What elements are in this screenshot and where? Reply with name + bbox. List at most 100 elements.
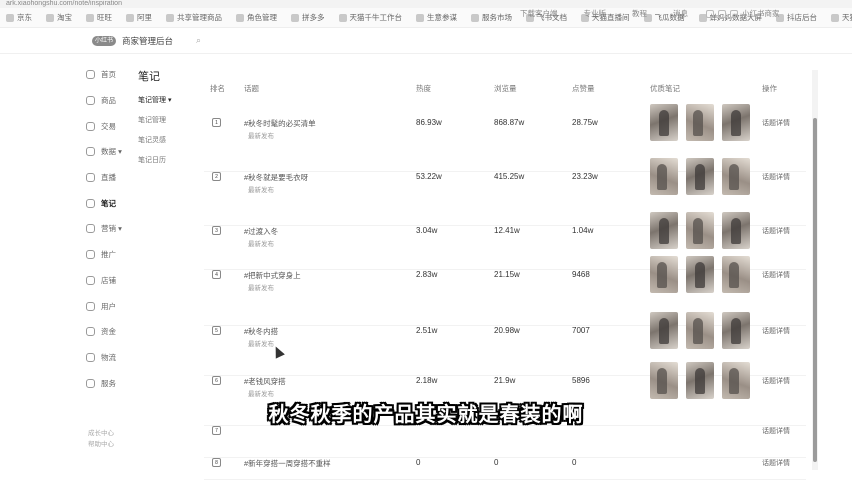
topic-detail-link[interactable]: 话题详情 (762, 376, 790, 386)
sidebar-item[interactable]: 资金 (86, 319, 136, 345)
subnav-item[interactable]: 笔记日历 (138, 156, 198, 176)
table-header: 排名 话题 热度 浏览量 点赞量 优质笔记 操作 (204, 80, 806, 96)
sidebar-item[interactable]: 交易 (86, 113, 136, 139)
top-nav-link[interactable]: 专业版 (584, 8, 607, 19)
note-thumbnail[interactable] (722, 256, 750, 293)
note-thumbnail[interactable] (650, 312, 678, 349)
topic-link[interactable]: #新年穿搭一周穿搭不重样 (244, 458, 331, 469)
topic-link[interactable]: #把新中式穿身上 (244, 270, 301, 281)
brand-badge[interactable]: 小红书 (92, 36, 116, 46)
sidebar-item[interactable]: 商品 (86, 88, 136, 114)
top-nav-link[interactable]: 消息 (673, 8, 688, 19)
sidebar-item[interactable]: 服务 (86, 370, 136, 396)
bookmark-item[interactable]: 角色管理 (236, 12, 277, 23)
message-icon[interactable] (706, 9, 714, 18)
topic-detail-link[interactable]: 话题详情 (762, 172, 790, 182)
topic-detail-link[interactable]: 话题详情 (762, 458, 790, 468)
likes-value: 0 (572, 458, 577, 467)
note-thumbnail[interactable] (650, 362, 678, 399)
note-thumbnail[interactable] (650, 104, 678, 141)
promo-icon (86, 224, 95, 234)
views-value: 20.98w (494, 326, 520, 335)
bookmark-item[interactable]: 天猫千牛工作台 (338, 12, 403, 23)
bookmark-item[interactable]: 京东 (6, 12, 32, 23)
bookmark-favicon-icon (86, 13, 94, 22)
heat-value: 53.22w (416, 172, 442, 181)
sidebar-item[interactable]: 店铺 (86, 268, 136, 294)
sidebar-item[interactable]: 推广 (86, 242, 136, 268)
column-header: 排名 (210, 84, 225, 93)
sidebar-item[interactable]: 直播 (86, 165, 136, 191)
note-thumbnail[interactable] (650, 212, 678, 249)
shop-icon (86, 275, 95, 285)
bag-icon (86, 96, 95, 106)
top-nav-link[interactable]: 教程 (632, 8, 647, 19)
views-value: 21.9w (494, 376, 516, 385)
bookmark-item[interactable]: 旺旺 (86, 12, 112, 23)
likes-value: 28.75w (572, 118, 598, 127)
topic-detail-link[interactable]: 话题详情 (762, 270, 790, 280)
sidebar-item[interactable]: 物流 (86, 345, 136, 371)
sidebar-footer-link[interactable]: 成长中心 (88, 428, 114, 439)
top-nav-link[interactable]: 下载客户端 (520, 8, 558, 19)
note-thumbnail[interactable] (722, 104, 750, 141)
bookmark-item[interactable]: 服务市场 (471, 12, 512, 23)
topic-link[interactable]: #秋冬时髦的必买清单 (244, 118, 316, 129)
note-thumbnail[interactable] (722, 312, 750, 349)
bookmark-item[interactable]: 天猫 理想生活 (831, 12, 852, 23)
topic-detail-link[interactable]: 话题详情 (762, 226, 790, 236)
chart-icon (86, 147, 95, 157)
sidebar-item-label: 直播 (101, 173, 116, 183)
topic-link[interactable]: #老钱风穿搭 (244, 376, 286, 387)
bookmark-item[interactable]: 生意参谋 (416, 12, 457, 23)
topic-detail-link[interactable]: 话题详情 (762, 326, 790, 336)
subnav-item[interactable]: 笔记管理 ▾ (138, 96, 198, 116)
quality-notes (650, 312, 758, 349)
topic-link[interactable]: #秋冬就是要毛衣呀 (244, 172, 308, 183)
bookmark-item[interactable]: 共享管理商品 (166, 12, 222, 23)
note-thumbnail[interactable] (686, 312, 714, 349)
topic-link[interactable]: #过渡入冬 (244, 226, 278, 237)
topic-detail-link[interactable]: 话题详情 (762, 118, 790, 128)
bookmark-item[interactable]: 阿里 (126, 12, 152, 23)
note-thumbnail[interactable] (722, 362, 750, 399)
topic-link[interactable]: #秋冬内搭 (244, 326, 278, 337)
bookmark-favicon-icon (338, 13, 347, 22)
note-thumbnail[interactable] (686, 362, 714, 399)
bookmark-favicon-icon (471, 13, 479, 22)
user-name[interactable]: 小红书商家 (742, 8, 780, 19)
bookmark-item[interactable]: 拼多多 (291, 12, 325, 23)
note-thumbnail[interactable] (686, 158, 714, 195)
sidebar-item[interactable]: 营销 ▾ (86, 216, 136, 242)
views-value: 12.41w (494, 226, 520, 235)
note-thumbnail[interactable] (722, 212, 750, 249)
note-thumbnail[interactable] (686, 212, 714, 249)
sidebar-item[interactable]: 笔记 (86, 190, 136, 216)
subnav-item[interactable]: 笔记灵感 (138, 136, 198, 156)
topic-tag: 最新发布 (248, 133, 274, 140)
avatar[interactable] (730, 9, 738, 18)
note-thumbnail[interactable] (650, 158, 678, 195)
sidebar-item[interactable]: 首页 (86, 62, 136, 88)
topic-tag: 最新发布 (248, 241, 274, 248)
notes-subnav: 笔记 笔记管理 ▾ 笔记管理 笔记灵感 笔记日历 (138, 68, 198, 176)
search-icon[interactable]: ⌕ (196, 35, 201, 46)
subnav-item[interactable]: 笔记管理 (138, 116, 198, 136)
bookmark-favicon-icon (6, 13, 14, 22)
note-thumbnail[interactable] (686, 104, 714, 141)
sidebar-item[interactable]: 数据 ▾ (86, 139, 136, 165)
address-bar[interactable]: ark.xiaohongshu.com/note/inspiration (0, 0, 852, 8)
sidebar-footer-link[interactable]: 帮助中心 (88, 439, 114, 450)
views-value: 868.87w (494, 118, 525, 127)
video-subtitle: 秋冬秋季的产品其实就是春装的啊 (268, 402, 584, 426)
note-thumbnail[interactable] (722, 158, 750, 195)
notification-icon[interactable] (718, 9, 726, 18)
bookmark-item[interactable]: 淘宝 (46, 12, 72, 23)
bookmark-label: 天猫千牛工作台 (349, 13, 403, 22)
note-thumbnail[interactable] (650, 256, 678, 293)
note-thumbnail[interactable] (686, 256, 714, 293)
bookmark-favicon-icon (291, 13, 299, 22)
sidebar-item[interactable]: 用户 (86, 293, 136, 319)
bookmark-label: 服务市场 (482, 13, 512, 22)
topic-detail-link[interactable]: 话题详情 (762, 426, 790, 436)
